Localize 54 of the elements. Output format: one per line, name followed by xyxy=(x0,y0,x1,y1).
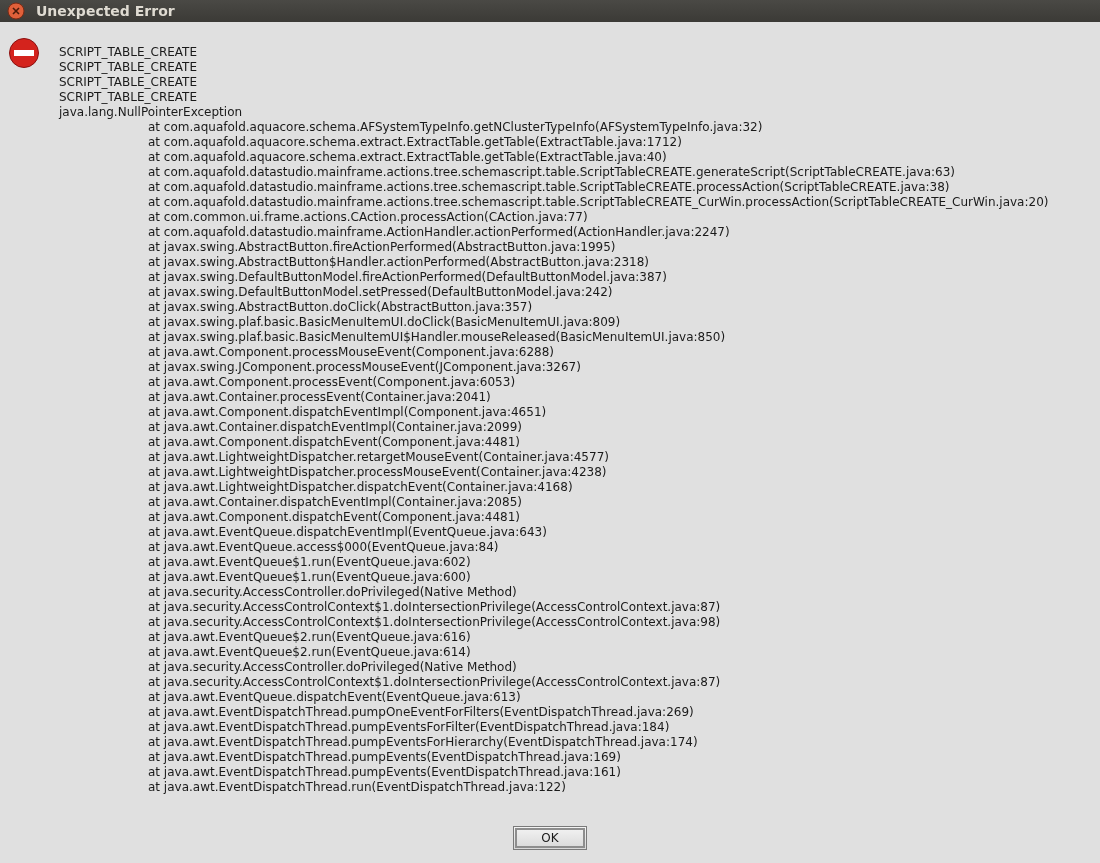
stack-trace-line: at javax.swing.DefaultButtonModel.fireActionPerformed(DefaultButtonModel.java:387) xyxy=(148,270,667,285)
stack-trace-line: at java.awt.EventQueue$2.run(EventQueue.java:614) xyxy=(148,645,471,660)
stack-trace-line: at com.aquafold.datastudio.mainframe.ActionHandler.actionPerformed(ActionHandler.java:2247) xyxy=(148,225,730,240)
error-message: SCRIPT_TABLE_CREATE xyxy=(59,75,198,90)
stack-trace-line: at javax.swing.DefaultButtonModel.setPressed(DefaultButtonModel.java:242) xyxy=(148,285,613,300)
stack-trace-line: at com.aquafold.aquacore.schema.AFSystemTypeInfo.getNClusterTypeInfo(AFSystemTypeInfo.java:32) xyxy=(148,120,763,135)
stack-trace-line: at java.awt.Component.dispatchEvent(Component.java:4481) xyxy=(148,510,521,525)
error-message: java.lang.NullPointerException xyxy=(59,105,243,120)
stack-trace-line: at java.awt.EventQueue.dispatchEvent(EventQueue.java:613) xyxy=(148,690,521,705)
stack-trace-line: at com.common.ui.frame.actions.CAction.processAction(CAction.java:77) xyxy=(148,210,588,225)
stack-trace-line: at java.awt.EventDispatchThread.pumpEvents(EventDispatchThread.java:169) xyxy=(148,750,621,765)
stack-trace-line: at com.aquafold.aquacore.schema.extract.ExtractTable.getTable(ExtractTable.java:40) xyxy=(148,150,667,165)
stack-trace-line: at javax.swing.plaf.basic.BasicMenuItemUI.doClick(BasicMenuItemUI.java:809) xyxy=(148,315,621,330)
stack-trace-line: at java.awt.Component.dispatchEvent(Component.java:4481) xyxy=(148,435,521,450)
stack-trace-line: at java.awt.EventDispatchThread.pumpEventsForHierarchy(EventDispatchThread.java:174) xyxy=(148,735,698,750)
stack-trace-line: at javax.swing.JComponent.processMouseEvent(JComponent.java:3267) xyxy=(148,360,581,375)
stack-trace-line: at java.awt.LightweightDispatcher.retargetMouseEvent(Container.java:4577) xyxy=(148,450,609,465)
stack-trace-line: at java.awt.Component.dispatchEventImpl(Component.java:4651) xyxy=(148,405,547,420)
stack-trace-line: at javax.swing.AbstractButton.fireActionPerformed(AbstractButton.java:1995) xyxy=(148,240,616,255)
error-message: SCRIPT_TABLE_CREATE xyxy=(59,60,198,75)
stack-trace-line: at java.awt.Container.dispatchEventImpl(Container.java:2085) xyxy=(148,495,522,510)
stack-trace-line: at com.aquafold.aquacore.schema.extract.ExtractTable.getTable(ExtractTable.java:1712) xyxy=(148,135,682,150)
error-message: SCRIPT_TABLE_CREATE xyxy=(59,90,198,105)
stack-trace-line: at java.awt.EventQueue$1.run(EventQueue.java:600) xyxy=(148,570,471,585)
stack-trace-line: at java.awt.LightweightDispatcher.processMouseEvent(Container.java:4238) xyxy=(148,465,607,480)
stack-trace-line: at java.security.AccessControlContext$1.doIntersectionPrivilege(AccessControlContext.java:87) xyxy=(148,675,721,690)
stack-trace-line: at java.security.AccessController.doPrivileged(Native Method) xyxy=(148,660,517,675)
window-title: Unexpected Error xyxy=(36,3,175,19)
stack-trace-line: at javax.swing.AbstractButton$Handler.actionPerformed(AbstractButton.java:2318) xyxy=(148,255,650,270)
stack-trace-line: at java.awt.EventDispatchThread.run(EventDispatchThread.java:122) xyxy=(148,780,566,795)
stack-trace-line: at com.aquafold.datastudio.mainframe.actions.tree.schemascript.table.ScriptTableCREATE_CurWin.processAction(ScriptTableCREATE_CurWin.java:20) xyxy=(148,195,1049,210)
stack-trace-line: at javax.swing.plaf.basic.BasicMenuItemUI$Handler.mouseReleased(BasicMenuItemUI.java:850) xyxy=(148,330,726,345)
stack-trace-line: at java.awt.Component.processEvent(Component.java:6053) xyxy=(148,375,516,390)
stack-trace-line: at java.awt.EventDispatchThread.pumpEvents(EventDispatchThread.java:161) xyxy=(148,765,621,780)
stack-trace-line: at java.security.AccessControlContext$1.doIntersectionPrivilege(AccessControlContext.java:98) xyxy=(148,615,721,630)
close-icon[interactable] xyxy=(7,2,25,20)
stack-trace-line: at java.awt.EventQueue$2.run(EventQueue.java:616) xyxy=(148,630,471,645)
stack-trace-line: at com.aquafold.datastudio.mainframe.actions.tree.schemascript.table.ScriptTableCREATE.generateScript(ScriptTableCREATE.java:63) xyxy=(148,165,955,180)
stack-trace-line: at com.aquafold.datastudio.mainframe.actions.tree.schemascript.table.ScriptTableCREATE.processAction(ScriptTableCREATE.java:38) xyxy=(148,180,950,195)
stack-trace-line: at java.awt.EventQueue$1.run(EventQueue.java:602) xyxy=(148,555,471,570)
error-message: SCRIPT_TABLE_CREATE xyxy=(59,45,198,60)
stack-trace-line: at java.security.AccessControlContext$1.doIntersectionPrivilege(AccessControlContext.java:87) xyxy=(148,600,721,615)
stack-trace-line: at javax.swing.AbstractButton.doClick(AbstractButton.java:357) xyxy=(148,300,533,315)
stack-trace-line: at java.awt.EventDispatchThread.pumpOneEventForFilters(EventDispatchThread.java:269) xyxy=(148,705,694,720)
stack-trace-line: at java.awt.Container.processEvent(Container.java:2041) xyxy=(148,390,491,405)
stack-trace-line: at java.awt.EventQueue.dispatchEventImpl(EventQueue.java:643) xyxy=(148,525,547,540)
ok-button[interactable]: OK xyxy=(513,826,587,850)
stack-trace-line: at java.awt.LightweightDispatcher.dispatchEvent(Container.java:4168) xyxy=(148,480,573,495)
stack-trace-line: at java.awt.EventDispatchThread.pumpEventsForFilter(EventDispatchThread.java:184) xyxy=(148,720,670,735)
stack-trace-line: at java.awt.EventQueue.access$000(EventQueue.java:84) xyxy=(148,540,499,555)
error-icon xyxy=(8,37,40,69)
stack-trace-line: at java.awt.Container.dispatchEventImpl(Container.java:2099) xyxy=(148,420,522,435)
stack-trace-line: at java.security.AccessController.doPrivileged(Native Method) xyxy=(148,585,517,600)
stack-trace-line: at java.awt.Component.processMouseEvent(Component.java:6288) xyxy=(148,345,554,360)
